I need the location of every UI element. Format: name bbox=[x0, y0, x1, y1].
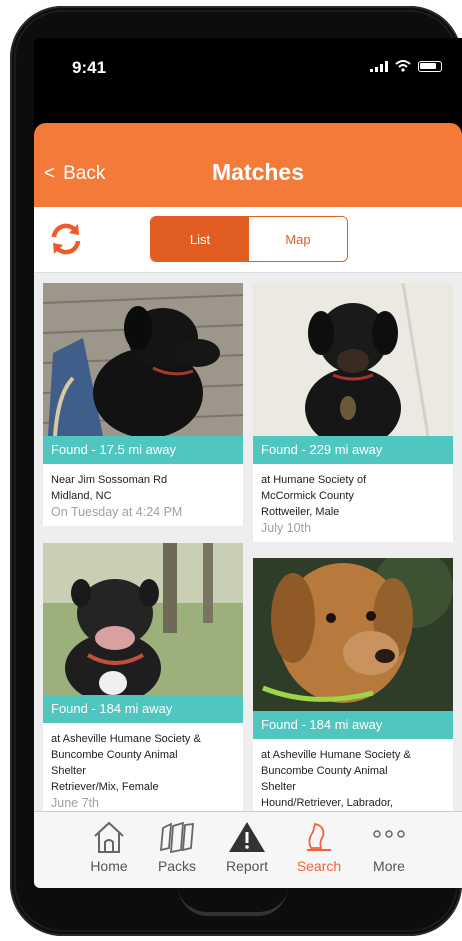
tab-label: More bbox=[373, 858, 405, 874]
status-time: 9:41 bbox=[72, 58, 107, 77]
location-line: Shelter bbox=[261, 781, 296, 793]
packs-icon bbox=[159, 821, 194, 854]
card-info: at Asheville Humane Society & Buncombe C… bbox=[253, 739, 453, 811]
tab-label: Search bbox=[296, 858, 342, 874]
tab-search[interactable]: Search bbox=[284, 820, 354, 874]
match-card[interactable]: Found - 184 mi away at Asheville Humane … bbox=[43, 543, 243, 811]
app-screen: 9:41 < Back Matches List Map Found - 17.… bbox=[34, 38, 462, 888]
nav-header: < Back Matches bbox=[34, 123, 462, 207]
bottom-tab-bar: Home Packs Report Search More bbox=[34, 811, 462, 888]
location-line: Buncombe County Animal bbox=[51, 749, 178, 761]
tab-home[interactable]: Home bbox=[74, 820, 144, 874]
location-line: at Asheville Humane Society & bbox=[261, 749, 411, 761]
breed-line: Rottweiler, Male bbox=[261, 506, 340, 518]
distance-badge: Found - 184 mi away bbox=[253, 711, 453, 739]
card-info: at Asheville Humane Society & Buncombe C… bbox=[43, 723, 243, 811]
location-line: at Asheville Humane Society & bbox=[51, 733, 201, 745]
tab-label: Home bbox=[90, 858, 128, 874]
report-warning-icon bbox=[229, 822, 265, 852]
map-tab-button[interactable]: Map bbox=[249, 217, 347, 261]
home-icon bbox=[94, 821, 124, 853]
card-info: Near Jim Sossoman Rd Midland, NC On Tues… bbox=[43, 464, 243, 526]
view-segmented-control: List Map bbox=[150, 216, 348, 262]
distance-badge: Found - 17.5 mi away bbox=[43, 436, 243, 464]
tab-label: Report bbox=[225, 858, 269, 874]
tab-label: Packs bbox=[157, 858, 197, 874]
location-line: Midland, NC bbox=[51, 490, 112, 502]
cellular-signal-icon bbox=[370, 60, 388, 72]
tab-more[interactable]: More bbox=[354, 820, 424, 874]
home-indicator bbox=[178, 882, 288, 916]
tab-packs[interactable]: Packs bbox=[142, 820, 212, 874]
location-line: Shelter bbox=[51, 765, 86, 777]
list-tab-button[interactable]: List bbox=[151, 217, 249, 261]
distance-badge: Found - 229 mi away bbox=[253, 436, 453, 464]
dog-photo bbox=[43, 283, 243, 436]
distance-badge: Found - 184 mi away bbox=[43, 695, 243, 723]
status-bar: 9:41 bbox=[34, 38, 462, 123]
match-card[interactable]: Found - 229 mi away at Humane Society of… bbox=[253, 283, 453, 542]
wifi-icon bbox=[395, 60, 411, 72]
card-info: at Humane Society of McCormick County Ro… bbox=[253, 464, 453, 542]
match-card[interactable]: Found - 17.5 mi away Near Jim Sossoman R… bbox=[43, 283, 243, 526]
location-line: Buncombe County Animal bbox=[261, 765, 388, 777]
more-dots-icon bbox=[373, 830, 405, 838]
toolbar: List Map bbox=[34, 207, 462, 273]
matches-grid: Found - 17.5 mi away Near Jim Sossoman R… bbox=[34, 273, 462, 811]
found-date: June 7th bbox=[51, 796, 99, 810]
match-card[interactable]: Found - 184 mi away at Asheville Humane … bbox=[253, 558, 453, 811]
location-line: at Humane Society of bbox=[261, 474, 367, 486]
search-dog-icon bbox=[307, 822, 331, 851]
breed-line: Retriever/Mix, Female bbox=[51, 781, 159, 793]
battery-icon bbox=[418, 60, 442, 72]
dog-photo bbox=[253, 283, 453, 436]
found-date: July 10th bbox=[261, 521, 312, 535]
location-line: Near Jim Sossoman Rd bbox=[51, 474, 168, 486]
tab-report[interactable]: Report bbox=[212, 820, 282, 874]
dog-photo bbox=[43, 543, 243, 695]
refresh-icon[interactable] bbox=[48, 221, 84, 257]
location-line: McCormick County bbox=[261, 490, 354, 502]
status-icons bbox=[370, 60, 442, 72]
breed-line: Hound/Retriever, Labrador, bbox=[261, 797, 394, 809]
dog-photo bbox=[253, 558, 453, 711]
found-date: On Tuesday at 4:24 PM bbox=[51, 505, 183, 519]
page-title: Matches bbox=[211, 159, 305, 185]
